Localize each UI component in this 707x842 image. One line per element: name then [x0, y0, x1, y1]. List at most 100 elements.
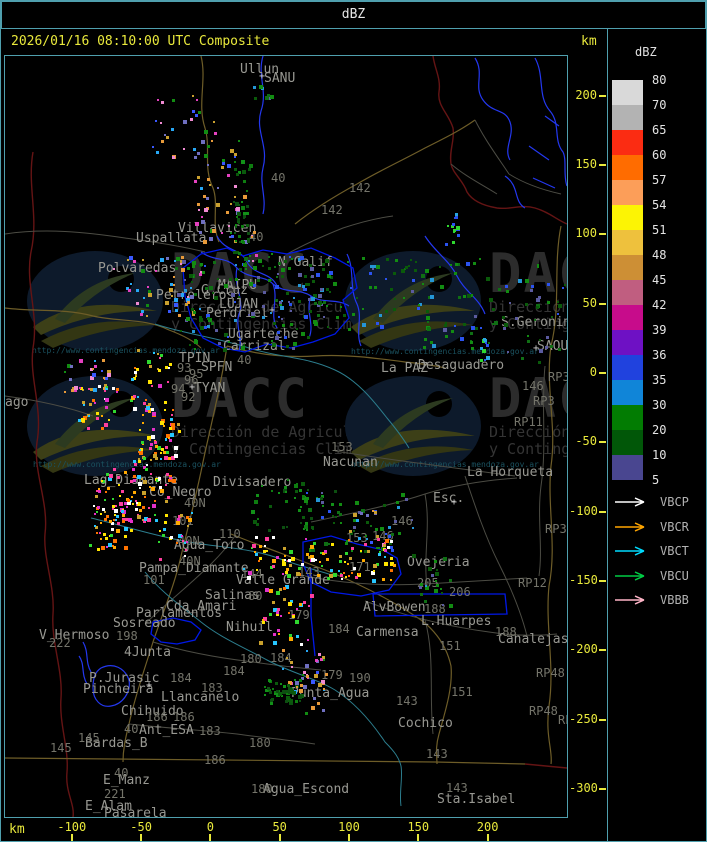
echo-point: [355, 576, 358, 579]
echo-point: [170, 283, 173, 286]
place-label: Divisadero: [213, 475, 292, 490]
echo-point: [92, 368, 94, 370]
echo-point: [281, 318, 283, 320]
echo-point: [305, 283, 308, 286]
echo-point: [212, 292, 214, 294]
place-label: Perdriel: [206, 306, 269, 321]
echo-point: [101, 370, 103, 372]
echo-point: [204, 130, 208, 134]
echo-point: [366, 514, 369, 517]
echo-point: [314, 674, 318, 678]
road-number-label: 40: [271, 171, 286, 185]
echo-point: [290, 689, 293, 692]
echo-point: [268, 279, 271, 282]
echo-point: [153, 454, 157, 458]
echo-point: [435, 580, 437, 582]
echo-point: [278, 316, 280, 318]
echo-point: [94, 513, 96, 515]
right-axis-tick-label: -200: [569, 642, 598, 657]
echo-point: [436, 584, 439, 587]
echo-point: [115, 519, 117, 521]
echo-point: [239, 268, 242, 271]
bottom-axis-tick: [417, 834, 420, 841]
echo-point: [435, 572, 439, 576]
echo-point: [463, 323, 466, 326]
road-number-label: RP48: [529, 704, 558, 718]
road-number-label: 101: [143, 573, 165, 587]
road-number-label: 222: [49, 636, 71, 650]
scale-tick-label: 51: [652, 223, 667, 237]
echo-point: [305, 664, 309, 668]
echo-point: [151, 435, 155, 439]
echo-point: [293, 297, 295, 299]
echo-point: [160, 489, 164, 493]
echo-point: [148, 380, 152, 384]
legend-item: VBCT: [614, 542, 689, 560]
echo-point: [234, 153, 237, 156]
echo-point: [410, 259, 412, 261]
echo-point: [234, 319, 237, 322]
echo-point: [450, 264, 452, 266]
echo-point: [133, 395, 136, 398]
echo-point: [194, 348, 196, 350]
right-axis: 200 150 100 50 0 -50 -100 -150 -200 -250 -300: [569, 55, 607, 818]
echo-point: [143, 297, 145, 299]
echo-point: [376, 265, 380, 269]
echo-point: [302, 674, 304, 676]
echo-point: [124, 471, 127, 474]
echo-point: [234, 156, 236, 158]
echo-point: [311, 297, 315, 301]
echo-point: [440, 588, 442, 590]
echo-point: [333, 573, 337, 577]
scale-color-block: [612, 405, 643, 430]
echo-point: [242, 241, 245, 244]
echo-point: [138, 460, 141, 463]
echo-point: [321, 516, 324, 519]
echo-point: [151, 487, 155, 491]
legend-item: VBBB: [614, 591, 689, 609]
echo-point: [133, 260, 136, 263]
echo-point: [401, 493, 405, 497]
echo-point: [445, 322, 447, 324]
radar-map[interactable]: DACC Dirección de Agricultura y Contingenc…: [4, 55, 568, 818]
echo-point: [343, 314, 346, 317]
echo-point: [235, 240, 237, 242]
echo-point: [151, 385, 153, 387]
echo-point: [557, 301, 559, 303]
echo-point: [311, 526, 314, 529]
echo-point: [149, 365, 152, 368]
echo-point: [209, 237, 213, 241]
echo-point: [182, 260, 186, 264]
echo-point: [442, 604, 444, 606]
echo-point: [141, 441, 144, 444]
echo-point: [318, 653, 321, 656]
echo-point: [114, 509, 118, 513]
echo-point: [310, 594, 314, 598]
echo-point: [137, 349, 140, 352]
echo-point: [323, 301, 326, 304]
echo-point: [247, 576, 251, 580]
echo-point: [515, 317, 518, 320]
echo-point: [314, 302, 317, 305]
echo-point: [474, 315, 477, 318]
echo-point: [304, 315, 308, 319]
echo-point: [166, 451, 169, 454]
place-label: Carmensa: [356, 625, 419, 640]
echo-point: [458, 296, 461, 299]
echo-point: [174, 298, 178, 302]
echo-point: [94, 365, 97, 368]
echo-point: [217, 278, 219, 280]
place-label: SPFN: [201, 360, 233, 375]
echo-point: [282, 562, 286, 566]
echo-point: [412, 279, 415, 282]
echo-point: [296, 572, 300, 576]
echo-point: [132, 468, 135, 471]
echo-point: [228, 225, 230, 227]
echo-point: [322, 263, 325, 266]
echo-point: [286, 585, 289, 588]
echo-point: [152, 428, 155, 431]
scale-color-block: [612, 380, 643, 405]
echo-point: [69, 378, 72, 381]
echo-point: [257, 279, 260, 282]
scale-color-block: [612, 255, 643, 280]
